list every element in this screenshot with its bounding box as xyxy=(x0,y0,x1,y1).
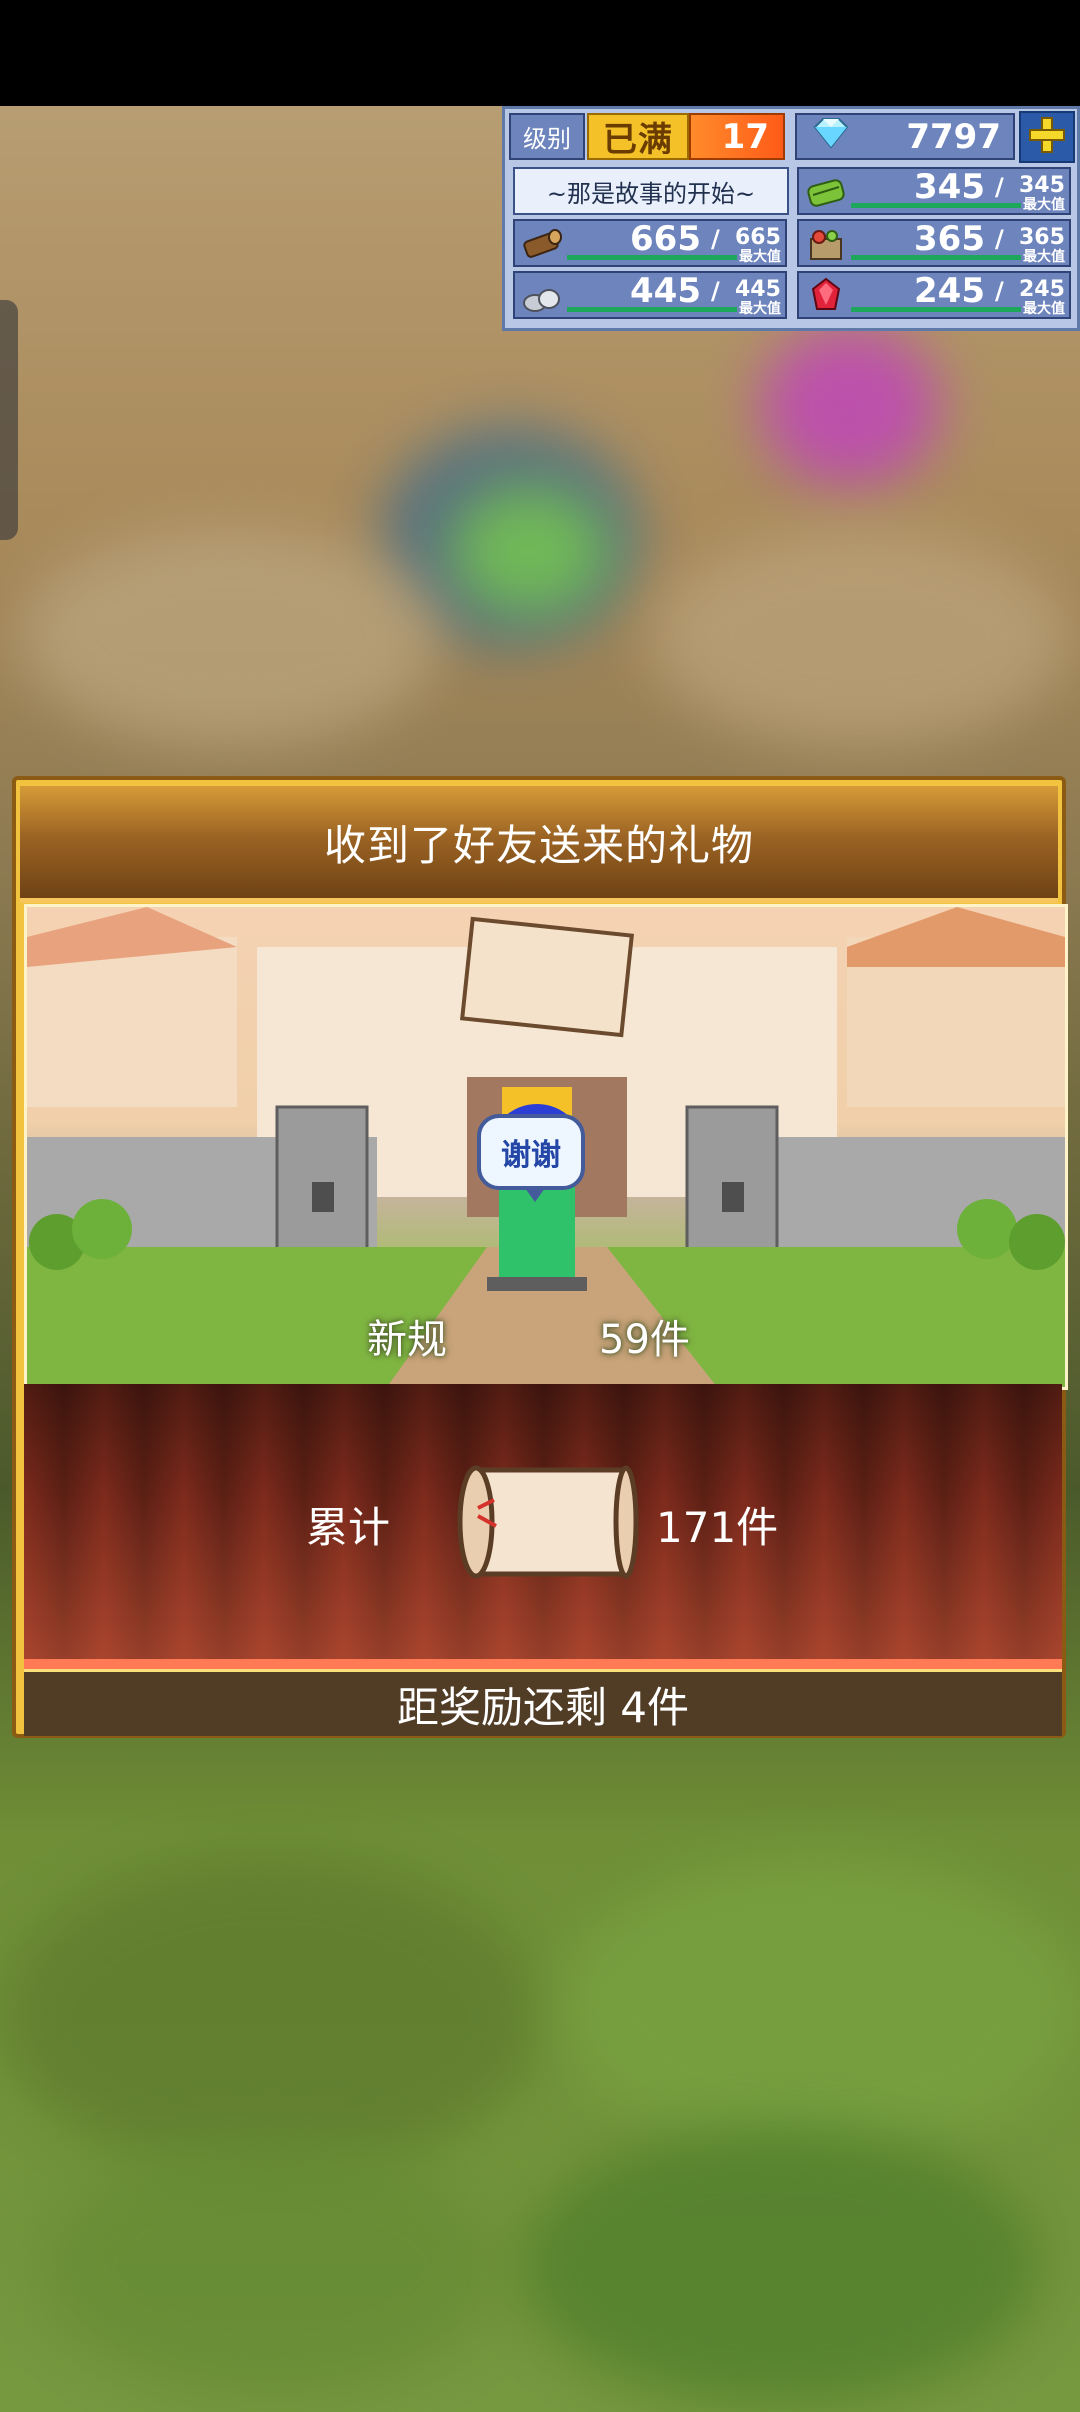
dialog-header: 收到了好友送来的礼物 xyxy=(20,786,1058,903)
plus-icon xyxy=(1027,115,1067,159)
new-gifts-label: 新规 xyxy=(367,1317,447,1363)
grass-current: 345 xyxy=(914,167,985,207)
town-gate-scene: 谢谢 新规 59件 xyxy=(24,904,1068,1390)
side-drawer-handle[interactable] xyxy=(0,300,18,540)
food-basket-icon xyxy=(805,225,847,263)
dialog-title: 收到了好友送来的礼物 xyxy=(323,821,754,870)
gem-count: 7797 xyxy=(906,116,1001,157)
wood-slash: / xyxy=(711,225,720,253)
resource-wood: 665 / 665 最大值 xyxy=(513,219,787,267)
food-capacity-bar xyxy=(851,255,1021,260)
ruby-gem-icon xyxy=(805,277,847,315)
resource-hud: 级别 已满 17 7797 ~那是故事的开始~ 665 / 665 最大值 44… xyxy=(502,106,1080,331)
gift-scroll-icon xyxy=(454,1456,644,1610)
ruby-slash: / xyxy=(995,277,1004,305)
stone-current: 445 xyxy=(630,271,701,311)
add-gems-button[interactable] xyxy=(1019,111,1075,163)
diamond-icon xyxy=(809,115,853,158)
level-label: 级别 xyxy=(509,113,585,160)
food-slash: / xyxy=(995,225,1004,253)
ruby-current: 245 xyxy=(914,271,985,311)
new-gifts-count: 59件 xyxy=(599,1317,690,1363)
total-gifts-label: 累计 xyxy=(306,1503,391,1552)
stone-slash: / xyxy=(711,277,720,305)
grass-capacity-bar xyxy=(851,203,1021,208)
wood-max-label: 最大值 xyxy=(739,249,781,265)
wood-current: 665 xyxy=(630,219,701,259)
status-bar xyxy=(0,0,1080,106)
wood-capacity-bar xyxy=(567,255,737,260)
stone-icon xyxy=(521,277,563,315)
grass-slash: / xyxy=(995,173,1004,201)
food-max-label: 最大值 xyxy=(1023,249,1065,265)
ruby-max-label: 最大值 xyxy=(1023,301,1065,317)
curtain-panel: 累计 171件 xyxy=(24,1384,1062,1659)
wood-log-icon xyxy=(521,225,563,263)
reward-progress-text: 距奖励还剩 4件 xyxy=(24,1669,1062,1736)
stone-capacity-bar xyxy=(567,307,737,312)
resource-ruby: 245 / 245 最大值 xyxy=(797,271,1071,319)
grass-max-label: 最大值 xyxy=(1023,197,1065,213)
story-chapter: ~那是故事的开始~ xyxy=(513,167,789,215)
food-current: 365 xyxy=(914,219,985,259)
gem-counter: 7797 xyxy=(795,113,1015,160)
resource-food: 365 / 365 最大值 xyxy=(797,219,1071,267)
curtain-hem xyxy=(24,1659,1062,1669)
resource-grass: 345 / 345 最大值 xyxy=(797,167,1071,215)
gift-received-dialog[interactable]: 收到了好友送来的礼物 谢谢 新规 59件 累计 171件 距奖励还剩 4件 xyxy=(12,776,1068,1738)
level-number: 17 xyxy=(689,113,785,160)
level-max-badge: 已满 xyxy=(587,113,689,160)
stone-max-label: 最大值 xyxy=(739,301,781,317)
total-gifts-count: 171件 xyxy=(656,1503,779,1552)
ruby-capacity-bar xyxy=(851,307,1021,312)
grass-bundle-icon xyxy=(805,173,847,211)
resource-stone: 445 / 445 最大值 xyxy=(513,271,787,319)
thanks-speech-bubble: 谢谢 xyxy=(477,1114,585,1202)
